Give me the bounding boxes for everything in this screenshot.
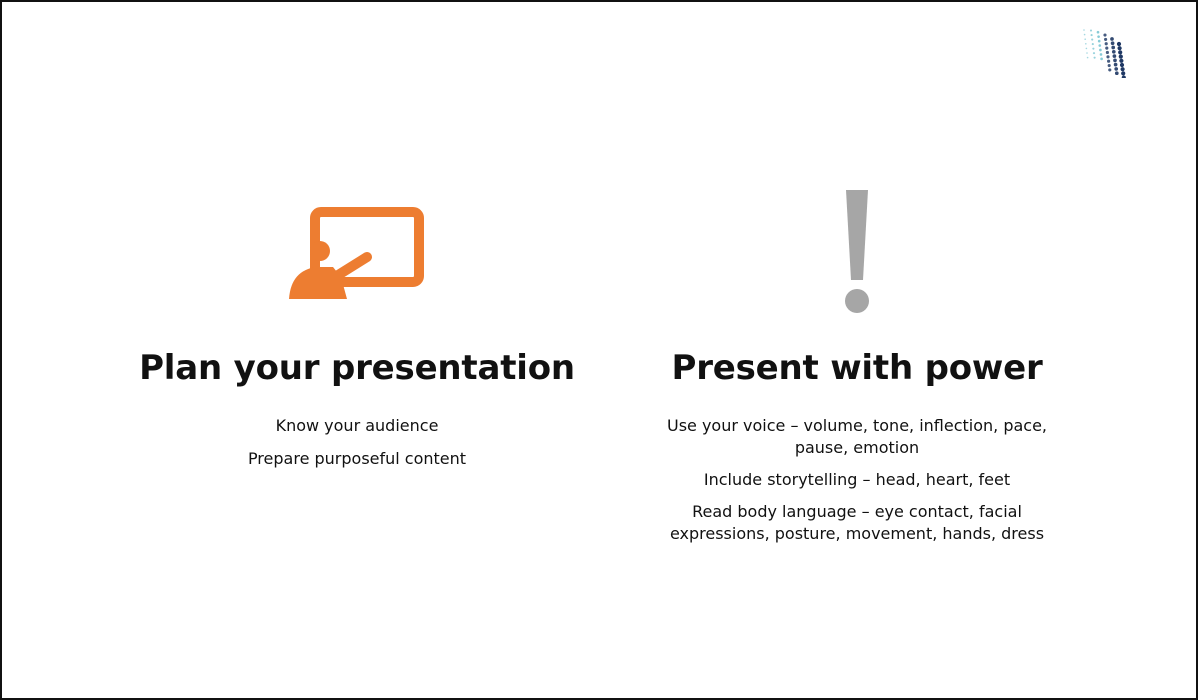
present-points-list: Use your voice – volume, tone, inflectio… <box>617 415 1097 555</box>
plan-heading: Plan your presentation <box>139 348 575 388</box>
exclamation-icon-wrap <box>617 187 1097 313</box>
exclamation-icon <box>845 190 869 313</box>
presenter-icon-wrap <box>117 187 597 312</box>
list-item: Prepare purposeful content <box>247 449 467 468</box>
slide: Plan your presentation Know your audienc… <box>0 0 1198 700</box>
list-item: Know your audience <box>275 416 439 435</box>
present-heading: Present with power <box>671 348 1043 388</box>
presenter-at-board-icon <box>289 207 424 299</box>
list-item: Include storytelling – head, heart, feet <box>703 470 1011 489</box>
list-item: Use your voice – volume, tone, inflectio… <box>666 416 1048 457</box>
dotted-swoosh-logo-icon <box>1083 29 1126 78</box>
plan-points-list: Know your audience Prepare purposeful co… <box>117 415 597 481</box>
list-item: Read body language – eye contact, facial… <box>669 502 1045 543</box>
